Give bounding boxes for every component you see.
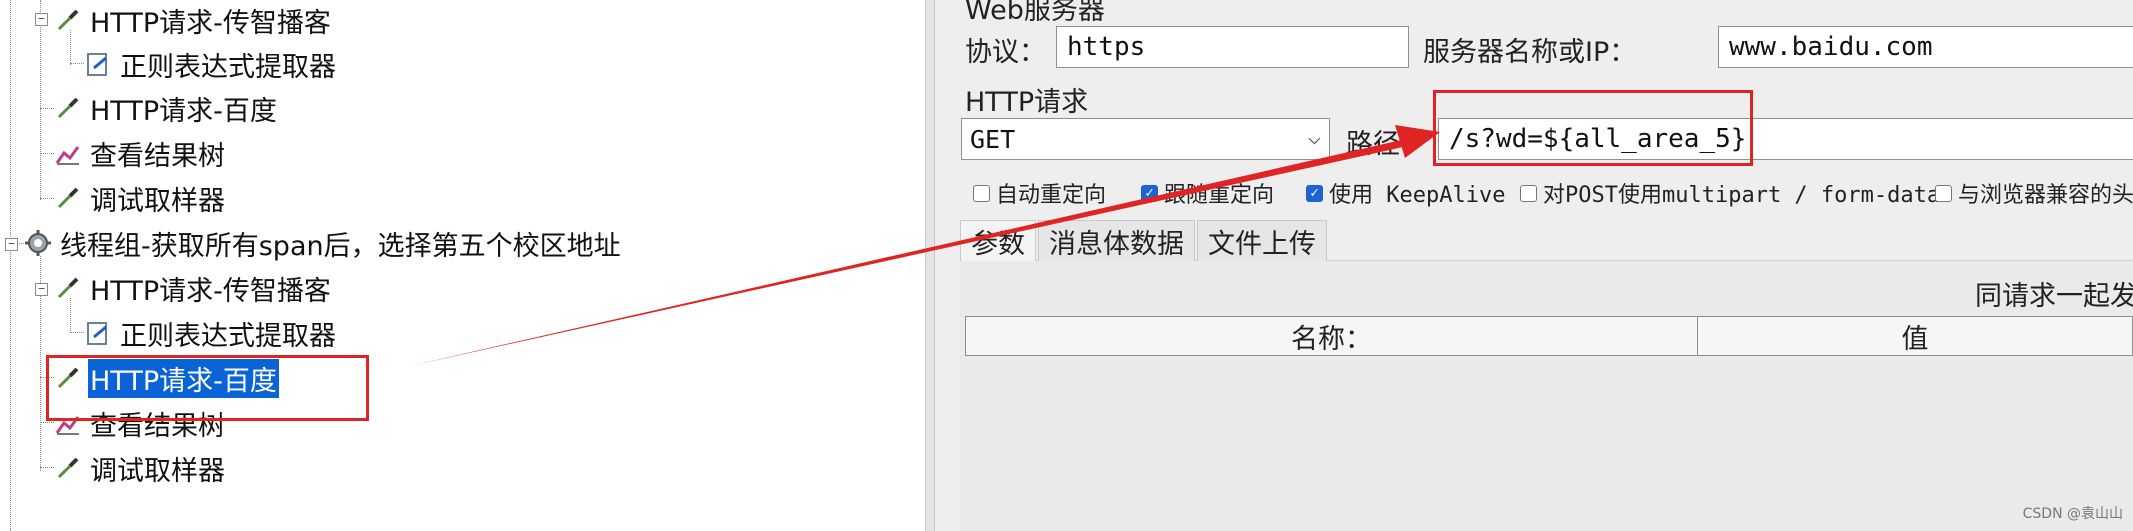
keepalive-checkbox[interactable]: ✓ 使用 KeepAlive <box>1306 177 1505 209</box>
result-tree-chart-icon <box>52 407 84 439</box>
gear-thread-group-icon <box>22 227 54 259</box>
checkbox-label: 与浏览器兼容的头 <box>1958 183 2133 208</box>
tree-connector <box>10 0 11 531</box>
tree-node-regex-extractor[interactable]: 正则表达式提取器 <box>82 46 338 83</box>
tree-node-http-request-baidu-selected[interactable]: HTTP请求-百度 <box>52 358 279 398</box>
checkbox-label: 使用 KeepAlive <box>1329 183 1506 208</box>
checkbox-box-checked[interactable]: ✓ <box>1141 184 1158 202</box>
protocol-label: 协议： <box>965 37 1046 68</box>
pipette-sampler-icon <box>52 452 84 484</box>
tree-node-http-request-baidu[interactable]: HTTP请求-百度 <box>52 90 279 127</box>
path-input[interactable]: /s?wd=${all_area_5} <box>1438 118 2133 160</box>
follow-redirects-checkbox[interactable]: ✓ 跟随重定向 <box>1141 177 1274 209</box>
tree-node-label: 查看结果树 <box>90 140 225 172</box>
pipette-sampler-icon <box>52 92 84 124</box>
checkbox-label: 对POST使用multipart / form-data <box>1543 183 1941 208</box>
tree-node-regex-extractor[interactable]: 正则表达式提取器 <box>82 315 338 352</box>
test-plan-tree[interactable]: − − − HTTP请求-传智播客 正则表达式提取器 HTTP请求-百度 查看结… <box>0 0 925 531</box>
pipette-sampler-icon <box>52 272 84 304</box>
server-name-input[interactable]: www.baidu.com <box>1718 26 2133 68</box>
tree-node-view-results-tree[interactable]: 查看结果树 <box>52 405 227 442</box>
protocol-input[interactable]: https <box>1056 26 1409 68</box>
collapse-toggle[interactable]: − <box>35 283 48 296</box>
chevron-down-icon: ⌵ <box>1307 125 1321 150</box>
method-select-value: GET <box>970 124 1016 154</box>
collapse-toggle[interactable]: − <box>35 13 48 26</box>
tree-node-label: 调试取样器 <box>90 185 225 217</box>
checkbox-label: 自动重定向 <box>996 183 1107 208</box>
multipart-checkbox[interactable]: 对POST使用multipart / form-data <box>1520 177 1940 209</box>
pipette-sampler-icon <box>52 182 84 214</box>
tree-node-debug-sampler[interactable]: 调试取样器 <box>52 450 227 487</box>
tree-node-label: HTTP请求-传智播客 <box>90 275 331 307</box>
tab-parameters[interactable]: 参数 <box>960 220 1036 261</box>
tree-node-view-results-tree[interactable]: 查看结果树 <box>52 135 227 172</box>
web-server-section-title: Web服务器 <box>965 0 1105 26</box>
checkbox-box[interactable] <box>1935 184 1952 202</box>
tree-node-label: HTTP请求-百度 <box>90 95 277 127</box>
tab-files-upload[interactable]: 文件上传 <box>1197 220 1327 261</box>
collapse-toggle[interactable]: − <box>5 238 18 251</box>
tab-body-data[interactable]: 消息体数据 <box>1038 220 1195 261</box>
checkbox-label: 跟随重定向 <box>1164 183 1275 208</box>
path-label: 路径： <box>1346 129 1427 160</box>
tree-node-http-request-chuanzhi[interactable]: HTTP请求-传智播客 <box>52 2 333 39</box>
checkbox-box[interactable] <box>973 184 990 202</box>
tree-node-label: 调试取样器 <box>90 455 225 487</box>
table-header-name[interactable]: 名称： <box>965 316 1698 356</box>
send-params-label: 同请求一起发送参数： <box>1975 281 2133 312</box>
browser-compatible-headers-checkbox[interactable]: 与浏览器兼容的头 <box>1935 177 2133 209</box>
tree-node-thread-group[interactable]: 线程组-获取所有span后，选择第五个校区地址 <box>22 225 623 262</box>
http-request-section-title: HTTP请求 <box>965 87 1089 118</box>
tree-connector <box>40 0 41 200</box>
tree-node-label: HTTP请求-百度 <box>88 358 279 398</box>
tree-node-label: 线程组-获取所有span后，选择第五个校区地址 <box>60 230 621 262</box>
tree-node-label: 正则表达式提取器 <box>120 51 336 83</box>
request-tabs: 参数 消息体数据 文件上传 <box>960 220 1329 261</box>
checkbox-box-checked[interactable]: ✓ <box>1306 184 1323 202</box>
http-sampler-panel: Web服务器 协议： https 服务器名称或IP： www.baidu.com… <box>935 0 2133 531</box>
pipette-sampler-icon <box>52 362 84 394</box>
table-header-value[interactable]: 值 <box>1697 316 2133 356</box>
result-tree-chart-icon <box>52 137 84 169</box>
pipette-sampler-icon <box>52 4 84 36</box>
extractor-note-icon <box>82 317 114 349</box>
tree-node-label: 正则表达式提取器 <box>120 320 336 352</box>
split-pane-divider[interactable] <box>925 0 935 531</box>
tree-node-label: 查看结果树 <box>90 410 225 442</box>
checkbox-box[interactable] <box>1520 184 1537 202</box>
tree-node-debug-sampler[interactable]: 调试取样器 <box>52 180 227 217</box>
method-select[interactable]: GET ⌵ <box>961 118 1330 160</box>
server-name-label: 服务器名称或IP： <box>1423 37 1637 68</box>
tree-node-http-request-chuanzhi[interactable]: HTTP请求-传智播客 <box>52 270 333 307</box>
extractor-note-icon <box>82 48 114 80</box>
tree-node-label: HTTP请求-传智播客 <box>90 7 331 39</box>
auto-redirect-checkbox[interactable]: 自动重定向 <box>973 177 1106 209</box>
parameters-table-body[interactable] <box>965 356 2133 531</box>
